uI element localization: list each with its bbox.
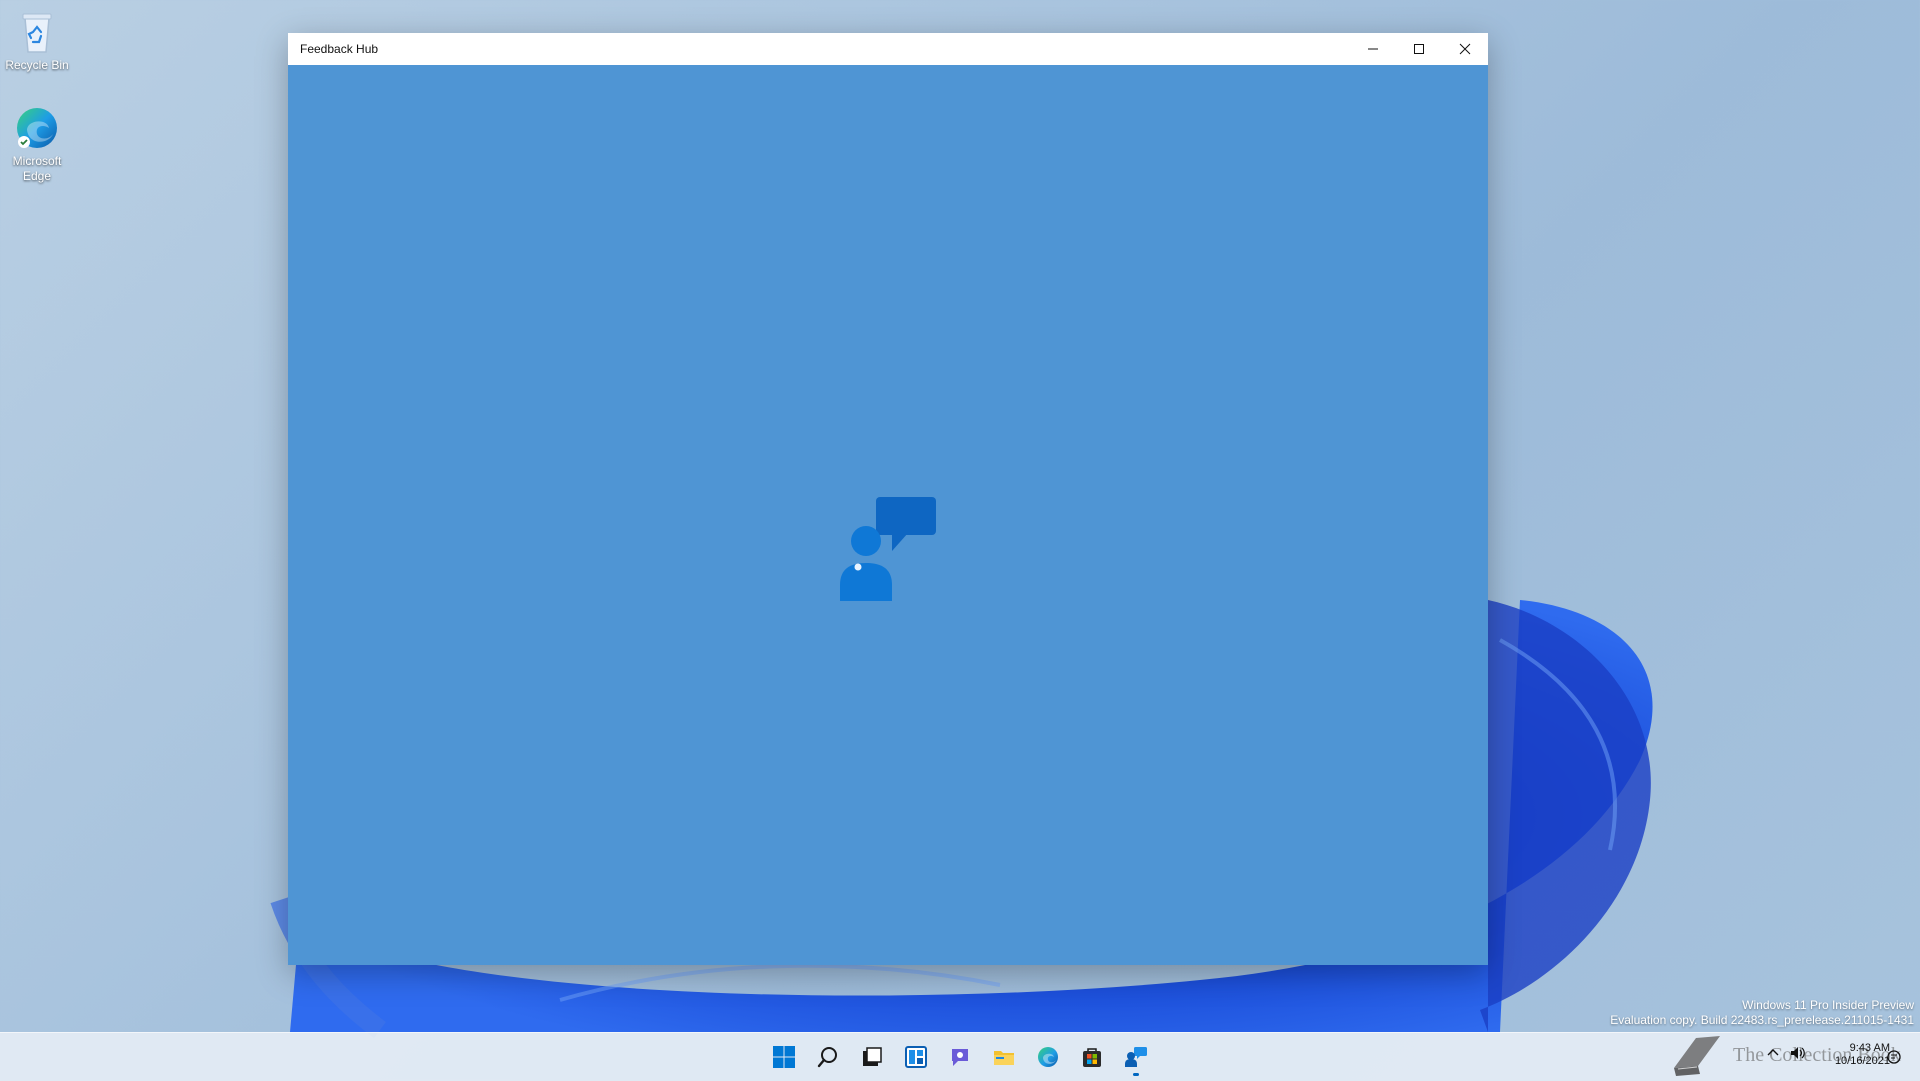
feedback-hub-icon	[1125, 1047, 1147, 1067]
title-bar[interactable]: Feedback Hub	[288, 33, 1488, 65]
desktop-icon-microsoft-edge[interactable]: Microsoft Edge	[0, 104, 74, 184]
edge-button[interactable]	[1028, 1037, 1068, 1077]
chat-icon	[952, 1049, 968, 1066]
minimize-button[interactable]	[1350, 33, 1396, 65]
widgets-button[interactable]	[896, 1037, 936, 1077]
feedback-hub-button[interactable]	[1116, 1037, 1156, 1077]
recycle-bin-icon	[22, 13, 52, 53]
splash-screen	[288, 65, 1488, 965]
taskbar	[0, 1032, 1920, 1081]
search-button[interactable]	[808, 1037, 848, 1077]
maximize-icon	[1414, 44, 1424, 54]
desktop-icon-recycle-bin[interactable]: Recycle Bin	[0, 8, 74, 73]
windows-logo-icon	[773, 1046, 795, 1068]
watermark-line-2: Evaluation copy. Build 22483.rs_prerelea…	[1610, 1013, 1914, 1027]
volume-icon[interactable]	[1790, 1046, 1806, 1060]
feedback-hub-logo-icon	[840, 497, 936, 601]
store-icon	[1083, 1048, 1101, 1067]
desktop-icon-label: Recycle Bin	[5, 58, 69, 72]
desktop-icon-label: Microsoft Edge	[12, 154, 62, 183]
system-tray	[1766, 1046, 1806, 1060]
search-icon	[817, 1047, 837, 1068]
book-logo-icon	[1674, 1036, 1720, 1076]
watermark-line-1: Windows 11 Pro Insider Preview	[1742, 998, 1914, 1012]
start-button[interactable]	[764, 1037, 804, 1077]
clock-date: 10/16/2021	[1834, 1055, 1890, 1067]
build-watermark: Windows 11 Pro Insider Preview Evaluatio…	[1610, 998, 1914, 1028]
window-controls	[1350, 33, 1488, 65]
minimize-icon	[1368, 48, 1378, 50]
edge-icon	[17, 108, 57, 148]
maximize-button[interactable]	[1396, 33, 1442, 65]
edge-icon	[1038, 1047, 1058, 1067]
close-icon	[1459, 43, 1471, 55]
taskbar-apps	[764, 1033, 1156, 1081]
task-view-icon	[863, 1047, 882, 1066]
chat-button[interactable]	[940, 1037, 980, 1077]
file-explorer-button[interactable]	[984, 1037, 1024, 1077]
clock-time: 9:43 AM	[1849, 1042, 1890, 1054]
folder-icon	[994, 1051, 1014, 1065]
store-button[interactable]	[1072, 1037, 1112, 1077]
window-title: Feedback Hub	[300, 42, 379, 56]
chevron-up-icon[interactable]	[1766, 1046, 1780, 1060]
taskbar-clock[interactable]: 9:43 AM 10/16/2021	[1810, 1042, 1890, 1068]
close-button[interactable]	[1442, 33, 1488, 65]
task-view-button[interactable]	[852, 1037, 892, 1077]
feedback-hub-window[interactable]: Feedback Hub	[288, 33, 1488, 965]
widgets-icon	[905, 1046, 927, 1068]
notification-icon[interactable]	[1886, 1049, 1902, 1065]
